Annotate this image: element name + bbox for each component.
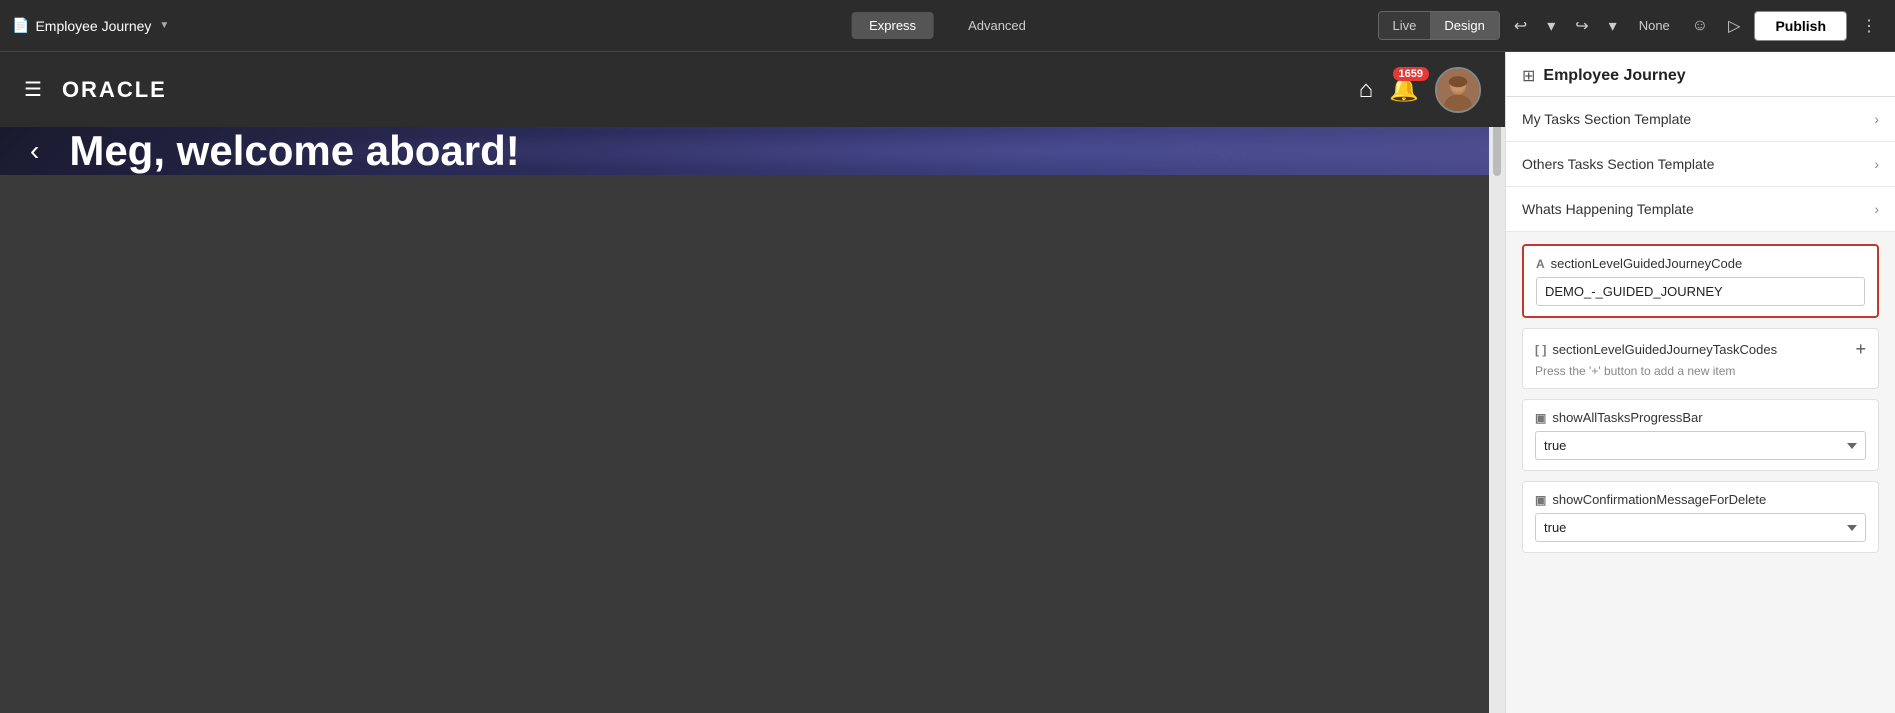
none-label: None <box>1631 18 1678 33</box>
publish-button[interactable]: Publish <box>1754 11 1847 41</box>
task-codes-add-button[interactable]: + <box>1855 339 1866 360</box>
main-layout: ☰ ORACLE ⌂ 🔔 1659 <box>0 52 1895 713</box>
home-icon[interactable]: ⌂ <box>1359 76 1374 104</box>
undo-dropdown-button[interactable]: ▾ <box>1541 12 1561 40</box>
toolbar-center: Express Advanced <box>851 12 1044 39</box>
mode-group: Live Design <box>1378 11 1500 40</box>
type-icon-bool-1: ▣ <box>1535 411 1546 425</box>
more-options-button[interactable]: ⋮ <box>1855 12 1883 40</box>
right-panel-header: ⊞ Employee Journey <box>1506 52 1895 97</box>
properties-section: A sectionLevelGuidedJourneyCode [ ] sect… <box>1506 232 1895 575</box>
task-codes-group: [ ] sectionLevelGuidedJourneyTaskCodes +… <box>1522 328 1879 389</box>
mode-design-button[interactable]: Design <box>1430 12 1498 39</box>
chevron-right-icon-1: › <box>1874 111 1879 127</box>
show-confirm-group: ▣ showConfirmationMessageForDelete true … <box>1522 481 1879 553</box>
section-label-others-tasks: Others Tasks Section Template <box>1522 156 1714 172</box>
guided-journey-code-group: A sectionLevelGuidedJourneyCode <box>1522 244 1879 318</box>
task-codes-hint: Press the '+' button to add a new item <box>1535 364 1866 378</box>
right-panel: ⊞ Employee Journey My Tasks Section Temp… <box>1505 52 1895 713</box>
task-codes-header-row: [ ] sectionLevelGuidedJourneyTaskCodes + <box>1535 339 1866 360</box>
right-panel-title: Employee Journey <box>1543 67 1685 85</box>
oracle-header: ☰ ORACLE ⌂ 🔔 1659 <box>0 52 1505 127</box>
mode-live-button[interactable]: Live <box>1379 12 1431 39</box>
section-label-whats-happening: Whats Happening Template <box>1522 201 1694 217</box>
emoji-button[interactable]: ☺ <box>1686 13 1714 39</box>
hero-prev-arrow[interactable]: ‹ <box>30 135 39 167</box>
document-icon: 📄 <box>12 17 29 34</box>
task-codes-label: sectionLevelGuidedJourneyTaskCodes <box>1552 342 1777 357</box>
type-icon-bool-2: ▣ <box>1535 493 1546 507</box>
tab-advanced[interactable]: Advanced <box>950 12 1044 39</box>
task-codes-label-row: [ ] sectionLevelGuidedJourneyTaskCodes <box>1535 342 1777 357</box>
avatar[interactable] <box>1435 67 1481 113</box>
show-confirm-select[interactable]: true false <box>1535 513 1866 542</box>
play-button[interactable]: ▷ <box>1722 12 1746 40</box>
oracle-logo: ORACLE <box>62 77 167 103</box>
chevron-right-icon-2: › <box>1874 156 1879 172</box>
app-dropdown-arrow[interactable]: ▼ <box>159 20 169 31</box>
canvas-area: ☰ ORACLE ⌂ 🔔 1659 <box>0 52 1505 713</box>
app-title: Employee Journey <box>35 18 151 34</box>
notification-badge: 1659 <box>1393 67 1429 81</box>
chevron-right-icon-3: › <box>1874 201 1879 217</box>
section-item-my-tasks[interactable]: My Tasks Section Template › <box>1506 97 1895 142</box>
avatar-image <box>1437 69 1479 111</box>
oracle-header-right: ⌂ 🔔 1659 <box>1359 67 1481 113</box>
hero-section: ‹ Meg, welcome aboard! <box>0 127 1505 175</box>
toolbar: 📄 Employee Journey ▼ Express Advanced Li… <box>0 0 1895 52</box>
type-icon-array: [ ] <box>1535 343 1546 357</box>
show-progress-group: ▣ showAllTasksProgressBar true false <box>1522 399 1879 471</box>
type-icon-text: A <box>1536 257 1545 271</box>
hero-welcome-text: Meg, welcome aboard! <box>69 127 519 175</box>
show-confirm-label-row: ▣ showConfirmationMessageForDelete <box>1535 492 1866 507</box>
guided-journey-code-label-row: A sectionLevelGuidedJourneyCode <box>1536 256 1865 271</box>
guided-journey-code-label: sectionLevelGuidedJourneyCode <box>1551 256 1743 271</box>
show-progress-select[interactable]: true false <box>1535 431 1866 460</box>
section-item-others-tasks[interactable]: Others Tasks Section Template › <box>1506 142 1895 187</box>
undo-button[interactable]: ↩ <box>1508 12 1533 40</box>
show-progress-label-row: ▣ showAllTasksProgressBar <box>1535 410 1866 425</box>
hamburger-icon[interactable]: ☰ <box>24 77 42 102</box>
toolbar-right: Live Design ↩ ▾ ↪ ▾ None ☺ ▷ Publish ⋮ <box>1378 11 1884 41</box>
guided-journey-code-input[interactable] <box>1536 277 1865 306</box>
redo-dropdown-button[interactable]: ▾ <box>1603 12 1623 40</box>
figures-illustration <box>1005 127 1505 175</box>
toolbar-left: 📄 Employee Journey ▼ <box>12 17 169 34</box>
show-progress-label: showAllTasksProgressBar <box>1552 410 1702 425</box>
oracle-header-left: ☰ ORACLE <box>24 77 167 103</box>
redo-button[interactable]: ↪ <box>1569 12 1594 40</box>
section-label-my-tasks: My Tasks Section Template <box>1522 111 1691 127</box>
show-confirm-label: showConfirmationMessageForDelete <box>1552 492 1766 507</box>
tab-express[interactable]: Express <box>851 12 934 39</box>
grid-icon: ⊞ <box>1522 66 1535 86</box>
section-item-whats-happening[interactable]: Whats Happening Template › <box>1506 187 1895 232</box>
canvas-scrollbar[interactable] <box>1489 104 1505 713</box>
bell-container: 🔔 1659 <box>1389 75 1419 104</box>
